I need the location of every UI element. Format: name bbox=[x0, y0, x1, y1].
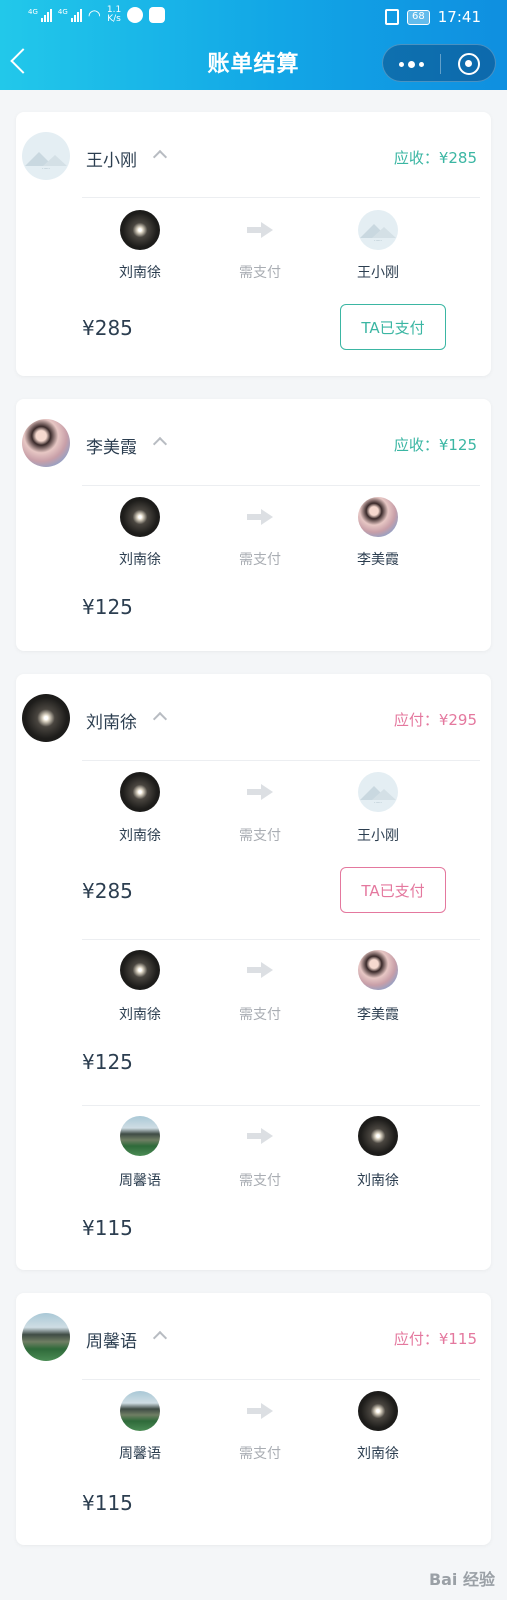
battery-icon: 68 bbox=[407, 9, 430, 25]
transaction-amount: ¥125 bbox=[82, 1050, 133, 1074]
payer-name: 刘南徐 bbox=[119, 552, 161, 568]
card-header[interactable]: ······ 王小刚 应收：¥285 bbox=[16, 112, 491, 200]
arrow-right-icon bbox=[247, 1128, 273, 1144]
person-name: 周馨语 bbox=[86, 1332, 137, 1352]
payer-name: 刘南徐 bbox=[119, 1007, 161, 1023]
mini-program-capsule bbox=[382, 44, 496, 82]
gallery-notification-icon bbox=[149, 7, 166, 23]
navigation-bar: 账单结算 bbox=[0, 38, 507, 86]
divider bbox=[82, 197, 480, 198]
transaction-amount: ¥285 bbox=[82, 316, 133, 340]
transaction-amount: ¥125 bbox=[82, 595, 133, 619]
payer-avatar bbox=[120, 497, 160, 537]
arrow-right-icon bbox=[247, 222, 273, 238]
avatar bbox=[22, 1313, 70, 1361]
more-dots-icon[interactable] bbox=[399, 61, 424, 68]
payee-name: 李美霞 bbox=[357, 1007, 399, 1023]
signal-icon-2: 4G bbox=[58, 8, 82, 22]
payee-avatar bbox=[358, 497, 398, 537]
signal-icon: 4G bbox=[28, 8, 52, 22]
arrow-right-icon bbox=[247, 784, 273, 800]
payer-avatar bbox=[120, 210, 160, 250]
payee-avatar: ······ bbox=[358, 772, 398, 812]
capsule-divider bbox=[440, 54, 441, 74]
settlement-card: 李美霞 应收：¥125 刘南徐 需支付 李美霞 ¥125 bbox=[16, 399, 491, 651]
watermark: Bai 经验 bbox=[428, 1570, 495, 1589]
payer-name: 刘南徐 bbox=[119, 265, 161, 281]
divider bbox=[82, 485, 480, 486]
amount-payable: 应付：¥115 bbox=[393, 1330, 477, 1348]
transfer-label: 需支付 bbox=[239, 552, 281, 568]
amount-receivable: 应收：¥285 bbox=[393, 149, 477, 167]
payer-avatar bbox=[120, 1116, 160, 1156]
person-name: 王小刚 bbox=[86, 151, 137, 171]
payer-avatar bbox=[120, 950, 160, 990]
payee-name: 刘南徐 bbox=[357, 1446, 399, 1462]
payee-avatar: ······ bbox=[358, 210, 398, 250]
divider bbox=[82, 939, 480, 940]
settlement-card: 周馨语 应付：¥115 周馨语 需支付 刘南徐 ¥115 bbox=[16, 1293, 491, 1545]
divider bbox=[82, 1379, 480, 1380]
chevron-up-icon[interactable] bbox=[152, 149, 168, 165]
mark-paid-button[interactable]: TA已支付 bbox=[340, 304, 446, 350]
transaction-amount: ¥285 bbox=[82, 879, 133, 903]
amount-payable: 应付：¥295 bbox=[393, 711, 477, 729]
transfer-label: 需支付 bbox=[239, 828, 281, 844]
app-header: 4G 4G ◠ 1.1 K/s 68 17:41 账单结算 bbox=[0, 0, 507, 90]
payee-name: 刘南徐 bbox=[357, 1173, 399, 1189]
payee-avatar bbox=[358, 1391, 398, 1431]
payee-avatar bbox=[358, 950, 398, 990]
settlement-card: ······ 王小刚 应收：¥285 ······ 刘南徐 需支付 王小刚 ¥2… bbox=[16, 112, 491, 376]
payer-avatar bbox=[120, 1391, 160, 1431]
arrow-right-icon bbox=[247, 509, 273, 525]
person-name: 李美霞 bbox=[86, 438, 137, 458]
nfc-icon bbox=[385, 9, 400, 25]
clock: 17:41 bbox=[437, 8, 481, 26]
payee-avatar bbox=[358, 1116, 398, 1156]
person-name: 刘南徐 bbox=[86, 713, 137, 733]
settlement-card: 刘南徐 应付：¥295 ······ 刘南徐 需支付 王小刚 ¥285 TA已支… bbox=[16, 674, 491, 1270]
divider bbox=[82, 760, 480, 761]
arrow-right-icon bbox=[247, 1403, 273, 1419]
network-speed: 1.1 K/s bbox=[106, 5, 122, 24]
status-bar: 4G 4G ◠ 1.1 K/s 68 17:41 bbox=[0, 0, 507, 36]
chevron-up-icon[interactable] bbox=[152, 436, 168, 452]
amount-receivable: 应收：¥125 bbox=[393, 436, 477, 454]
transaction-amount: ¥115 bbox=[82, 1216, 133, 1240]
payer-name: 周馨语 bbox=[119, 1446, 161, 1462]
divider bbox=[82, 1105, 480, 1106]
target-icon[interactable] bbox=[458, 53, 480, 75]
card-header[interactable]: 刘南徐 应付：¥295 bbox=[16, 674, 491, 762]
avatar bbox=[22, 419, 70, 467]
avatar bbox=[22, 694, 70, 742]
transaction-amount: ¥115 bbox=[82, 1491, 133, 1515]
payer-name: 刘南徐 bbox=[119, 828, 161, 844]
payer-avatar bbox=[120, 772, 160, 812]
transfer-label: 需支付 bbox=[239, 1446, 281, 1462]
payee-name: 李美霞 bbox=[357, 552, 399, 568]
avatar: ······ bbox=[22, 132, 70, 180]
mark-paid-button[interactable]: TA已支付 bbox=[340, 867, 446, 913]
card-header[interactable]: 周馨语 应付：¥115 bbox=[16, 1293, 491, 1381]
payee-name: 王小刚 bbox=[357, 265, 399, 281]
payer-name: 周馨语 bbox=[119, 1173, 161, 1189]
transfer-label: 需支付 bbox=[239, 265, 281, 281]
payee-name: 王小刚 bbox=[357, 828, 399, 844]
arrow-right-icon bbox=[247, 962, 273, 978]
transfer-label: 需支付 bbox=[239, 1007, 281, 1023]
wifi-icon: ◠ bbox=[87, 6, 101, 24]
app-notification-icon bbox=[127, 7, 144, 23]
card-header[interactable]: 李美霞 应收：¥125 bbox=[16, 399, 491, 487]
chevron-up-icon[interactable] bbox=[152, 711, 168, 727]
chevron-up-icon[interactable] bbox=[152, 1330, 168, 1346]
transfer-label: 需支付 bbox=[239, 1173, 281, 1189]
